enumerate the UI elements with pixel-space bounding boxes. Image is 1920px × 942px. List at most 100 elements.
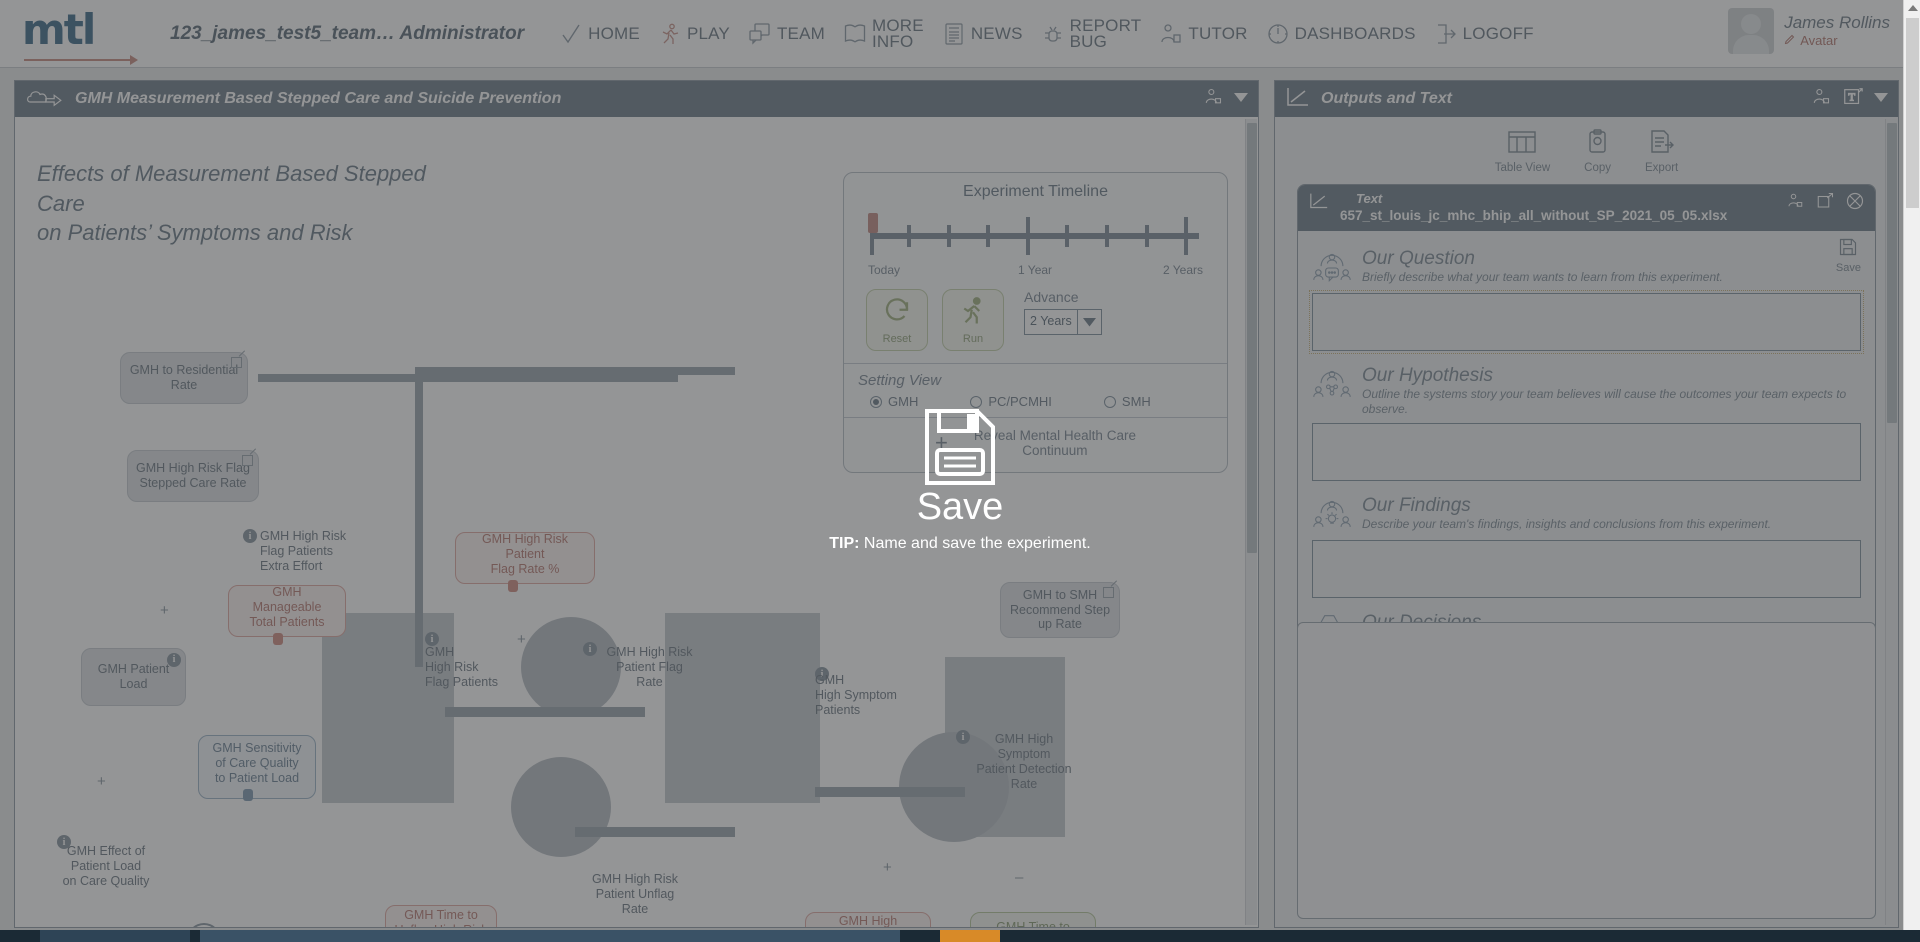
chevron-down-icon[interactable] <box>1874 90 1888 108</box>
scrollbar-thumb[interactable] <box>1247 123 1257 553</box>
nav-item-report-bug[interactable]: REPORT BUG <box>1034 14 1149 54</box>
output-filename: 657_st_louis_jc_mhc_bhip_all_without_SP_… <box>1340 208 1728 223</box>
scrollbar-thumb[interactable] <box>1887 123 1897 423</box>
taskbar-highlight[interactable] <box>940 930 1000 942</box>
timeline-label-2years: 2 Years <box>1162 263 1203 277</box>
node-gmh-time-to-unflag-high-risk-patients[interactable]: GMH Time to Unflag High Risk Patients <box>385 905 497 927</box>
node-label: GMH to SMH Recommend Step up Rate <box>1009 587 1111 632</box>
info-icon-4[interactable]: i <box>425 632 439 646</box>
person-presenting-icon <box>1159 22 1183 46</box>
advance-select[interactable]: 2 Years <box>1024 309 1102 335</box>
timeline-labels: Today 1 Year 2 Years <box>868 263 1203 283</box>
nav-item-news[interactable]: NEWS <box>935 18 1030 50</box>
slider-knob[interactable] <box>242 788 253 801</box>
info-icon-2[interactable]: i <box>167 653 181 667</box>
chevron-down-icon[interactable] <box>1077 310 1101 334</box>
flow-pipe-4 <box>445 707 645 717</box>
node-gmh-to-smh-recommend-step-up-rate[interactable]: GMH to SMH Recommend Step up Rate <box>1000 582 1120 638</box>
flow-valve-2 <box>511 757 611 857</box>
share-person-icon[interactable] <box>1785 192 1805 215</box>
table-view-button[interactable]: Table View <box>1495 129 1550 174</box>
info-icon-7[interactable]: i <box>956 730 970 744</box>
page-scrollbar-thumb[interactable] <box>1906 18 1919 208</box>
avatar[interactable] <box>1728 8 1775 54</box>
outputs-panel-scrollbar[interactable] <box>1885 119 1897 925</box>
outputs-secondary-region[interactable] <box>1297 622 1876 919</box>
share-person-icon[interactable] <box>1202 87 1224 112</box>
section-our-question: Our Question Briefly describe what your … <box>1309 248 1864 356</box>
node-gmh-patient-load[interactable]: i GMH Patient Load <box>81 648 186 706</box>
exit-door-icon <box>1434 22 1458 46</box>
node-label: GMH High Risk Patient Flag Rate % <box>481 532 569 576</box>
reveal-continuum-button[interactable]: + Reveal Mental Health Care Continuum <box>844 418 1227 472</box>
model-panel-scrollbar[interactable] <box>1245 119 1257 925</box>
timeline-tick-mid <box>1026 217 1030 255</box>
page-scrollbar[interactable] <box>1903 0 1920 942</box>
radio-gmh[interactable]: GMH <box>870 394 918 409</box>
taskbar-segment[interactable] <box>40 930 190 942</box>
node-gmh-time-to-detect[interactable]: GMH Time to Detect <box>970 912 1096 927</box>
timeline-slider[interactable] <box>868 207 1203 263</box>
node-label: GMH Manageable Total Patients <box>249 585 325 629</box>
timeline-handle[interactable] <box>868 213 878 233</box>
mtl-logo[interactable]: mtl <box>22 8 152 65</box>
our-hypothesis-input[interactable] <box>1312 422 1861 481</box>
section-subtitle: Describe your team's findings, insights … <box>1362 516 1772 531</box>
node-gmh-to-residential-rate[interactable]: GMH to Residential Rate <box>120 352 248 404</box>
newspaper-icon <box>942 22 966 46</box>
popout-icon[interactable] <box>242 455 253 466</box>
popout-icon[interactable] <box>231 357 242 368</box>
scroll-up-arrow-icon[interactable] <box>1908 5 1918 11</box>
nav-item-team[interactable]: TEAM <box>741 18 832 50</box>
nav-item-dashboards[interactable]: DASHBOARDS <box>1259 18 1423 50</box>
slider-knob[interactable] <box>272 632 283 645</box>
app-root: mtl 123_james_test5_team… Administrator … <box>0 0 1920 942</box>
nav-item-home-label: HOME <box>588 23 640 43</box>
radio-pc-pcmhi[interactable]: PC/PCMHI <box>970 394 1052 409</box>
timeline-tick <box>907 225 911 247</box>
node-label: GMH Time to Detect <box>996 919 1070 927</box>
nav-item-more-info[interactable]: MORE INFO <box>836 14 931 54</box>
close-icon[interactable] <box>1845 191 1865 216</box>
flow-pipe-3 <box>258 374 678 382</box>
share-person-icon[interactable] <box>1810 87 1832 112</box>
run-button[interactable]: Run <box>942 289 1004 351</box>
advance-value: 2 Years <box>1030 314 1072 328</box>
node-gmh-high-risk-patient-flag-rate-pct[interactable]: GMH High Risk Patient Flag Rate % <box>455 532 595 592</box>
timeline-track <box>872 233 1199 239</box>
nav-item-home[interactable]: HOME <box>552 18 647 50</box>
edit-avatar-link[interactable]: Avatar <box>1784 33 1890 49</box>
user-profile[interactable]: James Rollins Avatar <box>1728 8 1890 54</box>
info-icon-5[interactable]: i <box>583 642 597 656</box>
text-tool-icon[interactable]: T <box>1842 86 1864 113</box>
node-label: GMH Time to Unflag High Risk Patients <box>394 908 487 927</box>
our-findings-input[interactable] <box>1312 539 1861 598</box>
timeline-label-1year: 1 Year <box>1018 263 1053 277</box>
info-icon-1[interactable]: i <box>243 529 257 543</box>
os-taskbar <box>0 930 1920 942</box>
node-gmh-high-symptom-patient-pct[interactable]: GMH High Symptom Patient % <box>805 912 931 927</box>
nav-item-play[interactable]: PLAY <box>651 18 737 50</box>
node-gmh-sensitivity-of-care-quality-to-patient-load[interactable]: GMH Sensitivity of Care Quality to Patie… <box>198 735 316 801</box>
checkmark-icon <box>559 22 583 46</box>
node-gmh-high-risk-flag-stepped-care-rate[interactable]: GMH High Risk Flag Stepped Care Rate <box>127 450 259 502</box>
radio-smh[interactable]: SMH <box>1103 394 1151 409</box>
nav-item-logoff[interactable]: LOGOFF <box>1427 18 1541 50</box>
nav-item-tutor[interactable]: TUTOR <box>1152 18 1254 50</box>
node-gmh-manageable-total-patients[interactable]: GMH Manageable Total Patients <box>228 585 346 645</box>
copy-button[interactable]: Copy <box>1584 129 1611 174</box>
radio-gmh-label: GMH <box>888 394 919 409</box>
reset-button[interactable]: Reset <box>866 289 928 351</box>
section-title: Our Question <box>1362 248 1475 269</box>
output-card-header: Text 657_st_louis_jc_mhc_bhip_all_withou… <box>1298 185 1875 231</box>
chevron-down-icon[interactable] <box>1234 90 1248 108</box>
experiment-control-card: Experiment Timeline Today 1 Year 2 Years… <box>843 172 1228 473</box>
taskbar-segment-active[interactable] <box>200 930 900 942</box>
book-icon <box>843 22 867 46</box>
popout-icon[interactable] <box>1103 587 1114 598</box>
causal-loop-diagram[interactable]: Effects of Measurement Based Stepped Car… <box>15 117 1258 927</box>
export-button[interactable]: Export <box>1645 129 1678 174</box>
slider-knob[interactable] <box>507 579 518 592</box>
our-question-input[interactable] <box>1309 290 1864 354</box>
popout-icon[interactable] <box>1815 192 1835 215</box>
